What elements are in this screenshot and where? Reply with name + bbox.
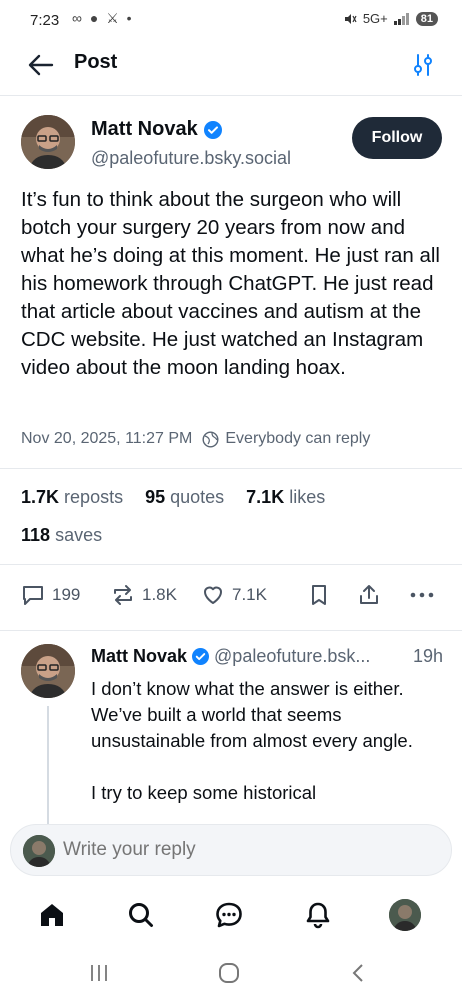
speech-bubble-icon bbox=[23, 586, 43, 605]
author-name-text: Matt Novak bbox=[91, 118, 198, 140]
author-name[interactable]: Matt Novak bbox=[91, 118, 222, 141]
mute-icon bbox=[344, 13, 357, 24]
recent-apps-button[interactable] bbox=[88, 962, 110, 989]
reply-author-avatar[interactable] bbox=[21, 644, 75, 698]
like-count: 7.1K bbox=[232, 585, 267, 604]
post-stats: 1.7K reposts 95 quotes 7.1K likes bbox=[21, 487, 325, 508]
tab-profile[interactable] bbox=[388, 898, 422, 932]
reply-paragraph: I don’t know what the answer is either. … bbox=[91, 678, 413, 751]
bell-icon bbox=[306, 902, 330, 929]
reposts-stat[interactable]: 1.7K reposts bbox=[21, 487, 123, 508]
avatar-portrait bbox=[23, 835, 55, 867]
signal-icon bbox=[393, 12, 409, 25]
verified-badge-icon bbox=[192, 648, 210, 665]
like-button[interactable]: 7.1K bbox=[200, 582, 267, 608]
home-system-button[interactable] bbox=[218, 962, 240, 989]
divider bbox=[0, 630, 462, 631]
author-handle[interactable]: @paleofuture.bsky.social bbox=[91, 148, 291, 169]
reply-author-name[interactable]: Matt Novak bbox=[91, 646, 187, 667]
repost-button[interactable]: 1.8K bbox=[110, 582, 177, 608]
repost-icon bbox=[114, 585, 132, 605]
tab-home[interactable] bbox=[35, 898, 69, 932]
reply-text[interactable]: I don’t know what the answer is either. … bbox=[91, 676, 443, 806]
likes-stat[interactable]: 7.1K likes bbox=[246, 487, 325, 508]
saves-count: 118 bbox=[21, 525, 51, 545]
saves-label: saves bbox=[55, 525, 103, 545]
reply-composer[interactable] bbox=[10, 824, 452, 876]
recent-apps-icon bbox=[91, 965, 107, 981]
bookmark-icon bbox=[312, 585, 326, 605]
verified-badge-icon bbox=[203, 120, 222, 139]
post-meta: Nov 20, 2025, 11:27 PM Everybody can rep… bbox=[21, 430, 370, 448]
share-button[interactable] bbox=[356, 582, 382, 608]
globe-icon bbox=[202, 430, 219, 448]
page-title: Post bbox=[74, 51, 118, 73]
reposts-count: 1.7K bbox=[21, 487, 60, 507]
tab-notifications[interactable] bbox=[301, 898, 335, 932]
home-icon bbox=[41, 904, 63, 926]
reply-author-handle[interactable]: @paleofuture.bsk... bbox=[214, 646, 370, 667]
reply-count: 199 bbox=[52, 585, 81, 604]
reply-setting: Everybody can reply bbox=[202, 430, 370, 448]
post-text: It’s fun to think about the surgeon who … bbox=[21, 188, 440, 379]
back-button[interactable] bbox=[26, 52, 56, 78]
home-circle-icon bbox=[219, 963, 239, 983]
user-avatar bbox=[389, 899, 421, 931]
avatar-portrait bbox=[21, 644, 75, 698]
thread-line bbox=[47, 706, 49, 824]
reply-button[interactable]: 199 bbox=[20, 582, 80, 608]
network-type: 5G+ bbox=[362, 11, 388, 26]
status-time: 7:23 bbox=[30, 12, 60, 29]
reply-time: 19h bbox=[412, 646, 443, 666]
reply-input[interactable] bbox=[63, 839, 423, 861]
likes-count: 7.1K bbox=[246, 487, 285, 507]
post-timestamp: Nov 20, 2025, 11:27 PM bbox=[21, 430, 193, 447]
tab-chat[interactable] bbox=[212, 898, 246, 932]
quotes-label: quotes bbox=[170, 487, 225, 507]
tab-search[interactable] bbox=[124, 898, 158, 932]
reposts-label: reposts bbox=[64, 487, 124, 507]
avatar-portrait bbox=[389, 899, 421, 931]
post-actions: 199 1.8K 7.1K bbox=[18, 582, 442, 612]
system-back-button[interactable] bbox=[348, 962, 370, 989]
more-options-button[interactable] bbox=[408, 582, 436, 608]
arrow-left-icon bbox=[28, 54, 54, 76]
sliders-icon bbox=[414, 54, 432, 76]
bookmark-button[interactable] bbox=[306, 582, 332, 608]
search-icon bbox=[129, 903, 153, 927]
bottom-tab-bar bbox=[0, 888, 462, 940]
chat-icon bbox=[216, 902, 242, 928]
quotes-stat[interactable]: 95 quotes bbox=[145, 487, 224, 508]
author-avatar[interactable] bbox=[21, 115, 75, 169]
system-navigation-bar bbox=[0, 950, 462, 1000]
follow-button[interactable]: Follow bbox=[352, 117, 442, 159]
battery-indicator: 81 bbox=[415, 11, 438, 26]
likes-label: likes bbox=[289, 487, 326, 507]
quotes-count: 95 bbox=[145, 487, 166, 507]
status-bar: 7:23 ∞ ● ⚔ • 5G+ 81 bbox=[0, 0, 462, 40]
user-avatar bbox=[23, 835, 55, 867]
reply-paragraph: I try to keep some historical bbox=[91, 782, 317, 803]
status-right: 5G+ 81 bbox=[343, 11, 438, 26]
share-icon bbox=[360, 585, 378, 604]
repost-count: 1.8K bbox=[142, 585, 177, 604]
avatar-portrait bbox=[21, 115, 75, 169]
divider bbox=[0, 468, 462, 469]
chevron-left-icon bbox=[352, 964, 363, 982]
post-header: Post bbox=[0, 40, 462, 96]
saves-stat: 118 saves bbox=[21, 525, 102, 546]
heart-icon bbox=[204, 586, 222, 604]
notification-icons: ∞ ● ⚔ • bbox=[72, 10, 134, 26]
ellipsis-icon bbox=[410, 592, 434, 598]
divider bbox=[0, 564, 462, 565]
thread-options-button[interactable] bbox=[412, 52, 434, 78]
reply-header: Matt Novak @paleofuture.bsk... 19h bbox=[91, 646, 443, 667]
reply-setting-label: Everybody can reply bbox=[225, 430, 371, 447]
